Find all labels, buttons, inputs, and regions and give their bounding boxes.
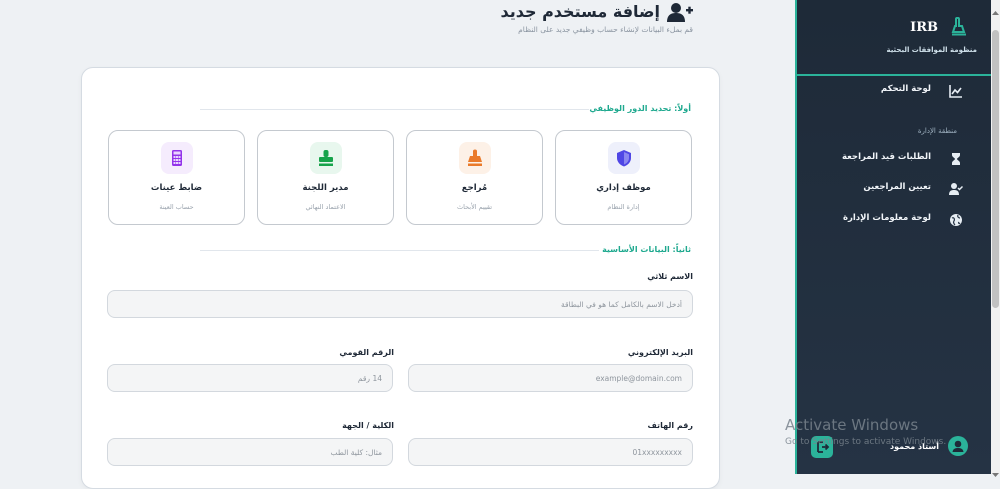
stamp-icon xyxy=(458,142,491,174)
globe-icon xyxy=(949,212,963,226)
section-role-title: أولاً: تحديد الدور الوظيفي xyxy=(589,104,691,113)
page-title: إضافة مستخدم جديد xyxy=(500,2,660,21)
fullname-input[interactable] xyxy=(107,290,693,318)
sidebar-item-label: لوحة معلومات الإدارة xyxy=(842,213,931,223)
role-card-committee-manager[interactable]: مدير اللجنة الاعتماد النهائي xyxy=(257,130,394,225)
chart-line-icon xyxy=(949,83,963,98)
add-user-form-card: أولاً: تحديد الدور الوظيفي موظف إداري إد… xyxy=(81,67,720,489)
page-scrollbar[interactable] xyxy=(991,0,1000,477)
avatar[interactable] xyxy=(948,436,968,456)
user-plus-icon xyxy=(667,1,693,23)
role-title: موظف إداري xyxy=(596,183,651,193)
fullname-label: الاسم ثلاثي xyxy=(647,272,693,281)
hourglass-icon xyxy=(949,151,963,165)
role-description: الاعتماد النهائي xyxy=(305,203,346,211)
sidebar-item-label: الطلبات قيد المراجعة xyxy=(841,152,931,162)
user-profile: أستاذ محمود xyxy=(797,430,991,464)
national-id-label: الرقم القومي xyxy=(339,348,394,357)
section-divider xyxy=(200,250,599,251)
national-id-input[interactable] xyxy=(107,364,393,392)
role-card-reviewer[interactable]: مُراجع تقييم الأبحاث xyxy=(406,130,543,225)
calculator-icon xyxy=(160,142,193,174)
faculty-input[interactable] xyxy=(107,438,393,466)
role-card-sample-officer[interactable]: ضابط عينات حساب العينة xyxy=(108,130,245,225)
user-name: أستاذ محمود xyxy=(890,442,939,451)
brand: IRB منظومة الموافقات البحثية xyxy=(797,0,991,76)
page-subtitle: قم بملء البيانات لإنشاء حساب وظيفي جديد … xyxy=(518,25,693,34)
logo-icon xyxy=(949,16,969,37)
section-basic-info-title: ثانياً: البيانات الأساسية xyxy=(602,245,691,254)
sidebar-item-admin-dashboard[interactable]: لوحة معلومات الإدارة xyxy=(797,209,991,231)
role-title: مُراجع xyxy=(461,183,488,193)
stamp-icon xyxy=(309,142,342,174)
logout-button[interactable] xyxy=(811,436,833,458)
scroll-down-arrow-icon[interactable] xyxy=(992,464,999,477)
sidebar-item-pending-requests[interactable]: الطلبات قيد المراجعة xyxy=(797,148,991,170)
scrollbar-thumb[interactable] xyxy=(992,30,999,308)
sidebar-item-label: تعيين المراجعين xyxy=(863,182,931,192)
email-input[interactable] xyxy=(408,364,693,392)
sidebar-item-dashboard[interactable]: لوحة التحكم xyxy=(797,80,991,102)
role-card-admin[interactable]: موظف إداري إدارة النظام xyxy=(555,130,692,225)
scroll-up-arrow-icon[interactable] xyxy=(992,2,999,15)
role-title: ضابط عينات xyxy=(150,183,203,193)
user-check-icon xyxy=(949,181,964,195)
shield-icon xyxy=(607,142,640,174)
sidebar-item-label: لوحة التحكم xyxy=(880,84,931,94)
sidebar: IRB منظومة الموافقات البحثية لوحة التحكم… xyxy=(795,0,991,474)
email-label: البريد الإلكتروني xyxy=(627,348,693,357)
phone-label: رقم الهاتف xyxy=(647,421,693,430)
role-description: حساب العينة xyxy=(159,203,194,211)
sidebar-item-assign-reviewers[interactable]: تعيين المراجعين xyxy=(797,178,991,200)
section-divider xyxy=(200,109,589,110)
role-description: إدارة النظام xyxy=(607,203,640,211)
sidebar-section-label: منطقة الإدارة xyxy=(917,127,957,135)
brand-name: IRB xyxy=(910,20,938,35)
faculty-label: الكلية / الجهة xyxy=(342,421,394,430)
role-title: مدير اللجنة xyxy=(302,183,349,193)
role-description: تقييم الأبحاث xyxy=(456,203,493,211)
phone-input[interactable] xyxy=(408,438,693,466)
brand-subtitle: منظومة الموافقات البحثية xyxy=(886,46,977,54)
